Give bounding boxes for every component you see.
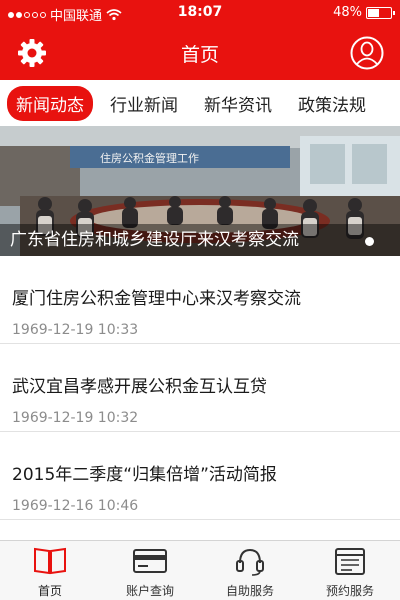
news-banner[interactable]: 住房公积金管理工作 广东省住房和城乡建设厅来汉考察交流 [0, 126, 400, 256]
news-title: 2015年二季度“归集倍增”活动简报 [12, 465, 277, 485]
nav-item-appointment[interactable]: 预约服务 [300, 541, 400, 600]
calendar-icon [335, 548, 365, 575]
news-timestamp: 1969-12-19 10:32 [12, 410, 139, 426]
nav-label: 首页 [37, 584, 62, 598]
app-header: 首页 [0, 26, 400, 80]
nav-label: 账户查询 [125, 584, 174, 598]
card-icon [133, 549, 167, 573]
user-profile-icon[interactable] [350, 36, 384, 70]
nav-label: 自助服务 [225, 584, 274, 598]
news-timestamp: 1969-12-19 10:33 [12, 322, 139, 338]
headset-icon [236, 548, 264, 576]
book-icon [34, 547, 66, 575]
news-title: 厦门住房公积金管理中心来汉考察交流 [12, 289, 301, 309]
page-title: 首页 [180, 44, 219, 66]
banner-caption: 广东省住房和城乡建设厅来汉考察交流 [0, 224, 400, 256]
battery-group: 48% [333, 5, 395, 20]
tab-xinhua-info[interactable]: 新华资讯 [195, 86, 281, 121]
nav-label: 预约服务 [325, 584, 374, 598]
news-list: 厦门住房公积金管理中心来汉考察交流 1969-12-19 10:33 武汉宜昌孝… [0, 256, 400, 520]
carousel-indicator-dot [365, 237, 374, 246]
banner-sign-text: 住房公积金管理工作 [100, 151, 199, 165]
news-list-item[interactable]: 武汉宜昌孝感开展公积金互认互贷 1969-12-19 10:32 [0, 344, 400, 432]
tab-news-updates[interactable]: 新闻动态 [7, 85, 93, 121]
news-title: 武汉宜昌孝感开展公积金互认互贷 [12, 377, 267, 397]
news-list-item[interactable]: 厦门住房公积金管理中心来汉考察交流 1969-12-19 10:33 [0, 256, 400, 344]
tab-industry-news[interactable]: 行业新闻 [101, 86, 187, 121]
news-list-item[interactable]: 2015年二季度“归集倍增”活动简报 1969-12-16 10:46 [0, 432, 400, 520]
status-bar: 中国联通 18:07 48% [0, 0, 400, 26]
nav-item-home[interactable]: 首页 [0, 541, 100, 600]
bottom-tab-bar: 首页 账户查询 自助服务 预约服务 [0, 540, 400, 600]
battery-icon [366, 6, 395, 19]
nav-item-self-service[interactable]: 自助服务 [200, 541, 300, 600]
news-timestamp: 1969-12-16 10:46 [12, 498, 139, 514]
tab-policy-regulations[interactable]: 政策法规 [289, 86, 375, 121]
nav-item-account-query[interactable]: 账户查询 [100, 541, 200, 600]
battery-percent: 48% [333, 5, 362, 20]
category-tabs: 新闻动态 行业新闻 新华资讯 政策法规 [0, 80, 400, 126]
